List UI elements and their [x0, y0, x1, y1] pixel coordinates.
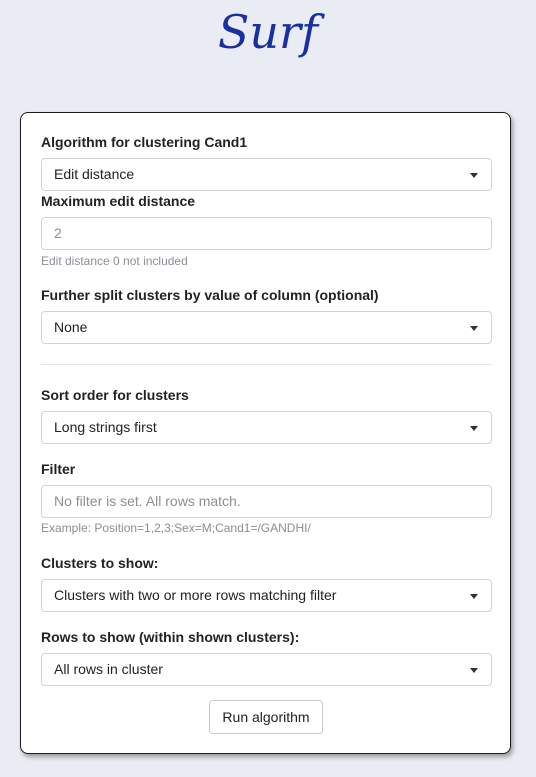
run-algorithm-button[interactable]: Run algorithm — [209, 700, 323, 734]
sort-order-select-value: Long strings first — [54, 419, 157, 435]
clusters-to-show-select[interactable]: Clusters with two or more rows matching … — [41, 579, 492, 612]
algorithm-select[interactable]: Edit distance — [41, 158, 492, 191]
split-column-select[interactable]: None — [41, 311, 492, 344]
algorithm-label: Algorithm for clustering Cand1 — [41, 134, 248, 150]
clusters-to-show-label: Clusters to show: — [41, 555, 159, 571]
max-edit-distance-input[interactable]: 2 — [41, 217, 492, 250]
algorithm-select-value: Edit distance — [54, 166, 135, 182]
rows-to-show-label: Rows to show (within shown clusters): — [41, 629, 300, 645]
rows-to-show-select[interactable]: All rows in cluster — [41, 653, 492, 686]
max-edit-distance-help: Edit distance 0 not included — [41, 254, 188, 268]
filter-input[interactable]: No filter is set. All rows match. — [41, 485, 492, 518]
chevron-down-icon — [470, 326, 478, 331]
chevron-down-icon — [470, 668, 478, 673]
chevron-down-icon — [470, 594, 478, 599]
filter-help: Example: Position=1,2,3;Sex=M;Cand1=/GAN… — [41, 521, 311, 535]
rows-to-show-select-value: All rows in cluster — [54, 661, 163, 677]
filter-placeholder: No filter is set. All rows match. — [54, 493, 241, 509]
surf-logo: Surf — [0, 2, 536, 77]
chevron-down-icon — [470, 426, 478, 431]
max-edit-distance-placeholder: 2 — [54, 225, 62, 241]
logo-text: Surf — [218, 5, 325, 59]
clustering-settings-panel: Algorithm for clustering Cand1 Edit dist… — [20, 112, 511, 754]
filter-label: Filter — [41, 461, 76, 477]
split-column-label: Further split clusters by value of colum… — [41, 287, 379, 303]
max-edit-distance-label: Maximum edit distance — [41, 193, 196, 209]
chevron-down-icon — [470, 173, 478, 178]
sort-order-label: Sort order for clusters — [41, 387, 189, 403]
surf-logo-mark: Surf — [218, 5, 325, 59]
split-column-select-value: None — [54, 319, 88, 335]
section-divider — [41, 364, 492, 365]
clusters-to-show-select-value: Clusters with two or more rows matching … — [54, 587, 337, 603]
sort-order-select[interactable]: Long strings first — [41, 411, 492, 444]
